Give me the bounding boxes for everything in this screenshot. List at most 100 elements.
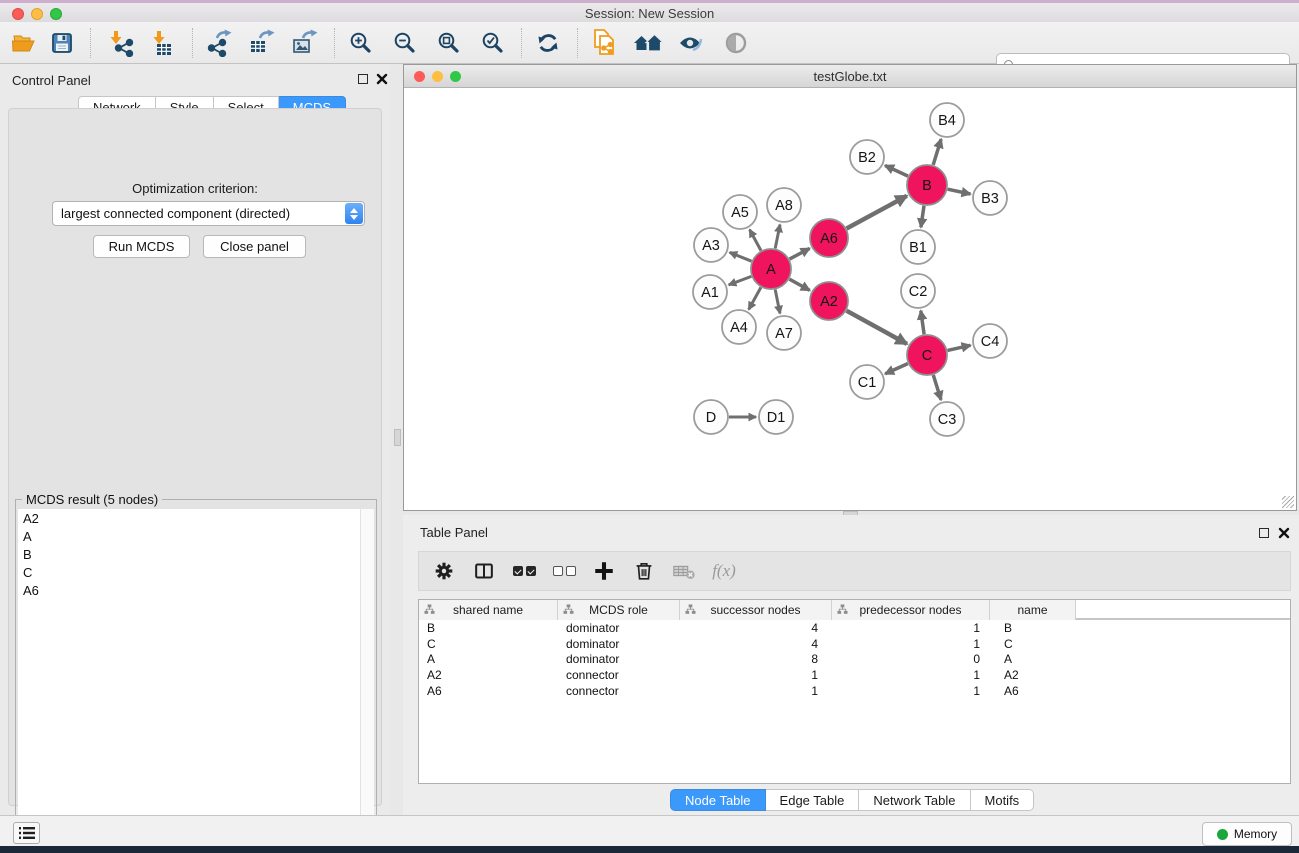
column-header-MCDS-role[interactable]: MCDS role xyxy=(558,600,680,620)
table-close-icon[interactable] xyxy=(1278,527,1290,539)
mcds-result-list[interactable]: A2ABCA6 xyxy=(18,509,362,835)
delete-table-button[interactable] xyxy=(669,557,699,585)
node-A4[interactable]: A4 xyxy=(722,310,756,344)
export-table-button[interactable] xyxy=(244,27,278,59)
edge-B-B4[interactable] xyxy=(933,139,941,165)
cell: C xyxy=(990,636,1076,652)
hide-graphics-details-button[interactable] xyxy=(719,27,753,59)
memory-button[interactable]: Memory xyxy=(1202,822,1292,846)
node-B4[interactable]: B4 xyxy=(930,103,964,137)
table-row-a[interactable]: Adominator80A xyxy=(419,651,1290,667)
run-mcds-button[interactable]: Run MCDS xyxy=(93,235,190,258)
node-A8[interactable]: A8 xyxy=(767,188,801,222)
result-item-a2[interactable]: A2 xyxy=(18,509,362,527)
table-float-icon[interactable] xyxy=(1259,528,1269,538)
column-header-shared-name[interactable]: shared name xyxy=(419,600,558,620)
edge-A-A5[interactable] xyxy=(750,230,761,251)
edge-C-C1[interactable] xyxy=(885,364,908,374)
network-graph-canvas[interactable]: B4 B2 B B3 A8 A5 A6 A3 B1 A C2 A1 A2 A4 A7 C4 C C1 D D1 C3 xyxy=(404,88,1296,510)
save-session-button[interactable] xyxy=(45,27,79,59)
edge-A2-C[interactable] xyxy=(847,311,907,344)
table-row-a2[interactable]: A2connector11A2 xyxy=(419,667,1290,683)
split-table-button[interactable] xyxy=(469,557,499,585)
edge-B-B2[interactable] xyxy=(885,166,908,177)
float-panel-icon[interactable] xyxy=(358,74,368,84)
refresh-view-button[interactable] xyxy=(531,27,565,59)
edge-C-C3[interactable] xyxy=(933,375,941,400)
node-A7[interactable]: A7 xyxy=(767,316,801,350)
node-B3[interactable]: B3 xyxy=(973,181,1007,215)
open-session-button[interactable] xyxy=(7,27,41,59)
function-builder-button[interactable]: f(x) xyxy=(709,557,739,585)
tab-network-table[interactable]: Network Table xyxy=(859,789,970,811)
node-B1[interactable]: B1 xyxy=(901,230,935,264)
node-C1[interactable]: C1 xyxy=(850,365,884,399)
close-panel-icon[interactable] xyxy=(376,73,388,85)
edge-A-A6[interactable] xyxy=(790,248,810,259)
node-D[interactable]: D xyxy=(694,400,728,434)
result-item-b[interactable]: B xyxy=(18,545,362,563)
edge-A-A7[interactable] xyxy=(775,290,780,314)
node-A6[interactable]: A6 xyxy=(810,219,848,257)
zoom-out-button[interactable] xyxy=(388,27,422,59)
node-C3[interactable]: C3 xyxy=(930,402,964,436)
column-header-name[interactable]: name xyxy=(990,600,1076,620)
node-A5[interactable]: A5 xyxy=(723,195,757,229)
node-A3[interactable]: A3 xyxy=(694,228,728,262)
node-table[interactable]: shared nameMCDS rolesuccessor nodesprede… xyxy=(418,599,1291,784)
export-network-button[interactable] xyxy=(202,27,236,59)
zoom-selected-button[interactable] xyxy=(476,27,510,59)
zoom-in-button[interactable] xyxy=(344,27,378,59)
zoom-fit-button[interactable] xyxy=(432,27,466,59)
node-A[interactable]: A xyxy=(751,249,791,289)
edge-A-A1[interactable] xyxy=(729,276,752,285)
edge-B-B1[interactable] xyxy=(921,206,924,227)
column-header-successor-nodes[interactable]: successor nodes xyxy=(680,600,832,620)
result-scrollbar[interactable] xyxy=(360,509,374,835)
node-A1[interactable]: A1 xyxy=(693,275,727,309)
create-column-button[interactable] xyxy=(589,557,619,585)
edge-A6-B[interactable] xyxy=(847,196,907,229)
criterion-dropdown[interactable]: largest connected component (directed) xyxy=(52,201,365,226)
edge-A-A2[interactable] xyxy=(789,279,809,290)
export-image-button[interactable] xyxy=(287,27,321,59)
edge-C-C2[interactable] xyxy=(921,311,924,334)
result-item-a6[interactable]: A6 xyxy=(18,581,362,599)
result-item-a[interactable]: A xyxy=(18,527,362,545)
edge-C-C4[interactable] xyxy=(948,345,971,350)
result-item-c[interactable]: C xyxy=(18,563,362,581)
table-settings-button[interactable] xyxy=(429,557,459,585)
tab-motifs[interactable]: Motifs xyxy=(971,789,1035,811)
node-B[interactable]: B xyxy=(907,165,947,205)
edge-A-A4[interactable] xyxy=(749,287,761,309)
show-graphics-details-button[interactable] xyxy=(674,27,708,59)
network-window-titlebar[interactable]: testGlobe.txt xyxy=(404,65,1296,88)
tab-edge-table[interactable]: Edge Table xyxy=(766,789,860,811)
node-D1[interactable]: D1 xyxy=(759,400,793,434)
vertical-divider-grip[interactable] xyxy=(394,429,401,446)
node-B2[interactable]: B2 xyxy=(850,140,884,174)
import-network-button[interactable] xyxy=(103,27,137,59)
table-row-b[interactable]: Bdominator41B xyxy=(419,620,1290,636)
import-table-button[interactable] xyxy=(145,27,179,59)
home-button[interactable] xyxy=(631,27,665,59)
network-from-clipboard-button[interactable] xyxy=(589,27,623,59)
node-C[interactable]: C xyxy=(907,335,947,375)
task-history-button[interactable] xyxy=(13,822,40,844)
edge-A-A8[interactable] xyxy=(775,225,780,249)
table-row-c[interactable]: Cdominator41C xyxy=(419,636,1290,652)
table-row-a6[interactable]: A6connector11A6 xyxy=(419,683,1290,699)
edge-A-A3[interactable] xyxy=(730,252,752,261)
close-panel-button[interactable]: Close panel xyxy=(203,235,306,258)
node-C2[interactable]: C2 xyxy=(901,274,935,308)
select-all-columns-button[interactable] xyxy=(509,557,539,585)
column-header-predecessor-nodes[interactable]: predecessor nodes xyxy=(832,600,990,620)
cell: 4 xyxy=(680,636,832,652)
node-C4[interactable]: C4 xyxy=(973,324,1007,358)
delete-column-button[interactable] xyxy=(629,557,659,585)
tab-node-table[interactable]: Node Table xyxy=(670,789,766,811)
window-resize-grip[interactable] xyxy=(1282,496,1294,508)
edge-B-B3[interactable] xyxy=(948,189,971,194)
unselect-all-columns-button[interactable] xyxy=(549,557,579,585)
node-A2[interactable]: A2 xyxy=(810,282,848,320)
